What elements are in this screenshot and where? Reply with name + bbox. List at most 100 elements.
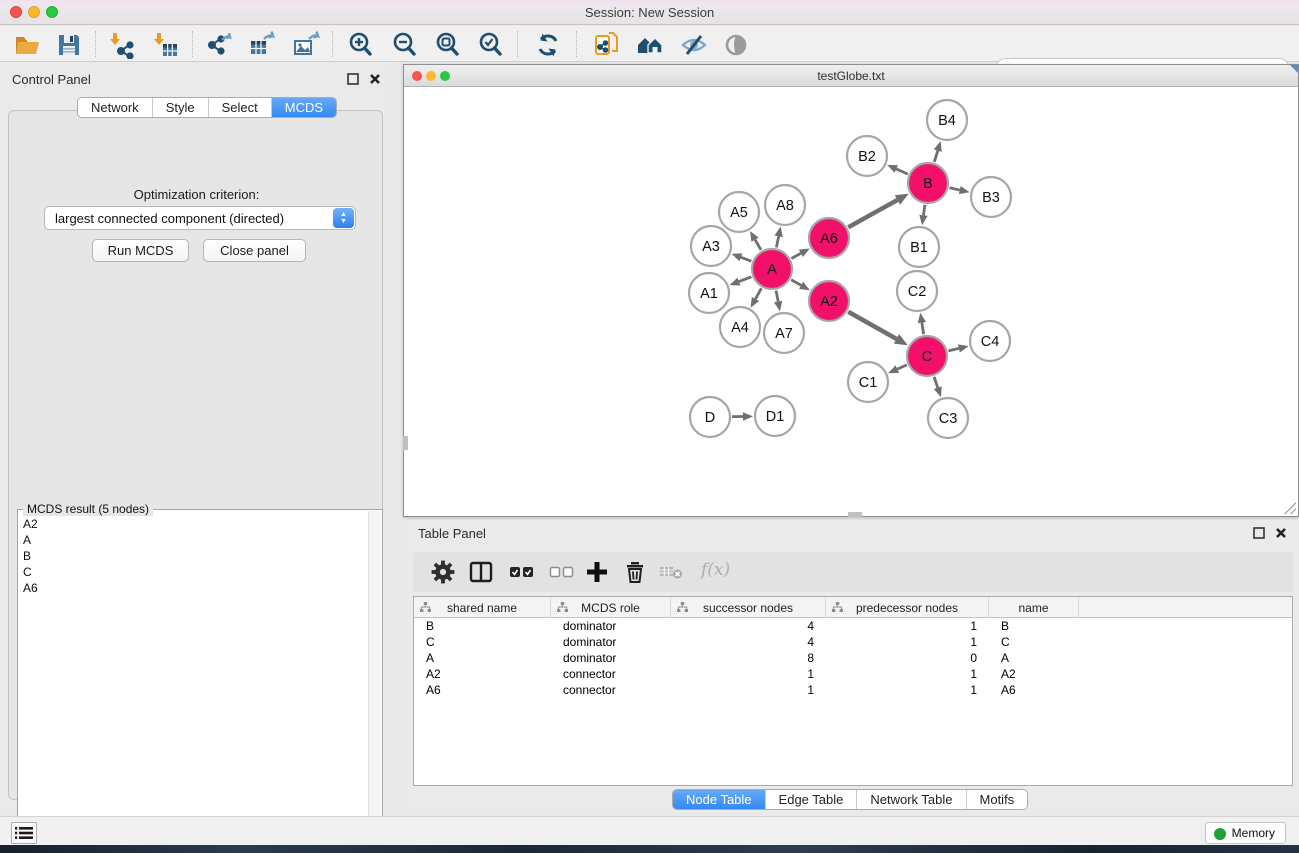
splitter-handle-bottom[interactable]	[848, 512, 862, 517]
result-scrollbar[interactable]	[368, 511, 381, 845]
export-network-icon[interactable]	[205, 31, 233, 59]
graph-edge-A6-B[interactable]	[848, 200, 897, 227]
float-table-panel-icon[interactable]	[1253, 526, 1267, 540]
close-panel-icon[interactable]	[369, 72, 383, 86]
graph-edge-A-A7[interactable]	[776, 291, 778, 302]
tab-mcds[interactable]: MCDS	[271, 98, 336, 117]
table-cell: 0	[826, 651, 989, 667]
column-header-predecessor-nodes[interactable]: predecessor nodes	[826, 597, 989, 618]
zoom-selected-icon[interactable]	[477, 31, 505, 59]
graph-edge-B-B2[interactable]	[896, 169, 908, 174]
toolbar-separator	[576, 31, 577, 57]
table-cell: A6	[414, 683, 551, 699]
table-panel-tabbar: Node TableEdge TableNetwork TableMotifs	[672, 789, 1028, 810]
graph-edge-C-C4[interactable]	[948, 348, 958, 350]
graph-edge-A-A4[interactable]	[755, 288, 761, 299]
zoom-out-icon[interactable]	[391, 31, 419, 59]
table-cell: C	[414, 635, 551, 651]
delete-table-icon[interactable]	[659, 560, 685, 584]
zoom-fit-icon[interactable]	[434, 31, 462, 59]
table-row[interactable]: Bdominator41B	[414, 619, 1292, 635]
table-row[interactable]: Cdominator41C	[414, 635, 1292, 651]
delete-column-icon[interactable]	[623, 560, 649, 584]
column-header-MCDS-role[interactable]: MCDS role	[551, 597, 671, 618]
session-home-icon[interactable]	[636, 31, 664, 59]
column-type-icon	[420, 602, 431, 613]
open-file-icon[interactable]	[13, 31, 41, 59]
edge-arrowhead-icon	[775, 227, 783, 238]
toolbar-separator	[95, 31, 96, 57]
tab-network-table[interactable]: Network Table	[856, 790, 965, 809]
import-network-icon[interactable]	[107, 31, 135, 59]
resize-grip-icon[interactable]	[1284, 502, 1296, 514]
graph-node-label: C3	[939, 411, 958, 427]
result-list-item[interactable]: C	[20, 564, 368, 580]
splitter-handle-left[interactable]	[403, 436, 408, 450]
clone-network-icon[interactable]	[592, 31, 620, 59]
result-list-item[interactable]: B	[20, 548, 368, 564]
import-table-icon[interactable]	[151, 31, 179, 59]
save-session-icon[interactable]	[55, 31, 83, 59]
task-history-button[interactable]	[11, 822, 37, 844]
tab-network[interactable]: Network	[78, 98, 152, 117]
edge-arrowhead-icon	[934, 141, 942, 152]
table-row[interactable]: Adominator80A	[414, 651, 1292, 667]
refresh-icon[interactable]	[534, 31, 562, 59]
result-list-item[interactable]: A6	[20, 580, 368, 596]
hide-panel-icon[interactable]	[680, 31, 708, 59]
mcds-result-list[interactable]: A2ABCA6	[20, 516, 368, 596]
zoom-in-icon[interactable]	[347, 31, 375, 59]
graph-edge-C-C3[interactable]	[934, 377, 938, 388]
export-image-icon[interactable]	[292, 31, 320, 59]
tab-node-table[interactable]: Node Table	[673, 790, 765, 809]
select-all-icon[interactable]	[509, 560, 535, 584]
function-builder-icon[interactable]: f(x)	[701, 560, 730, 580]
column-header-shared-name[interactable]: shared name	[414, 597, 551, 618]
table-header-row[interactable]: shared nameMCDS rolesuccessor nodesprede…	[414, 597, 1292, 618]
table-cell: connector	[551, 683, 671, 699]
gear-icon[interactable]	[431, 560, 457, 584]
control-panel-title: Control Panel	[12, 72, 91, 87]
graph-edge-B-B1[interactable]	[923, 205, 924, 216]
graph-edge-A-A1[interactable]	[739, 277, 752, 282]
tab-select[interactable]: Select	[208, 98, 271, 117]
graph-edge-B-B3[interactable]	[949, 188, 959, 190]
memory-label: Memory	[1232, 826, 1275, 840]
optimization-criterion-select[interactable]: largest connected component (directed) ▲…	[44, 206, 356, 230]
float-panel-icon[interactable]	[347, 72, 361, 86]
split-view-icon[interactable]	[469, 560, 495, 584]
deselect-all-icon[interactable]	[549, 560, 575, 584]
graph-edge-B-B4[interactable]	[934, 151, 937, 162]
graph-node-label: B4	[938, 113, 956, 129]
table-cell: 4	[671, 619, 826, 635]
export-table-icon[interactable]	[248, 31, 276, 59]
add-column-icon[interactable]	[585, 560, 611, 584]
network-graph-canvas[interactable]: B4B2BB3A8A5A6A3B1AC2A1A2A4A7C4CC1D1DC3	[404, 87, 1298, 516]
graph-edge-C-C2[interactable]	[922, 323, 924, 335]
graph-edge-A-A5[interactable]	[755, 240, 761, 250]
network-window-titlebar[interactable]: testGlobe.txt	[404, 65, 1298, 87]
control-panel-tabbar: NetworkStyleSelectMCDS	[77, 97, 337, 118]
graph-edge-C-C1[interactable]	[897, 365, 907, 369]
graph-edge-A2-C[interactable]	[848, 312, 896, 339]
show-graphics-icon[interactable]	[722, 31, 750, 59]
graph-edge-A-A2[interactable]	[791, 280, 801, 286]
graph-edge-A-A6[interactable]	[791, 253, 801, 258]
close-panel-button[interactable]: Close panel	[203, 239, 306, 262]
result-list-item[interactable]: A2	[20, 516, 368, 532]
graph-node-label: D1	[766, 409, 785, 425]
result-list-item[interactable]: A	[20, 532, 368, 548]
table-row[interactable]: A2connector11A2	[414, 667, 1292, 683]
table-cell: 4	[671, 635, 826, 651]
run-mcds-button[interactable]: Run MCDS	[92, 239, 189, 262]
graph-edge-A-A8[interactable]	[776, 236, 778, 247]
tab-edge-table[interactable]: Edge Table	[765, 790, 857, 809]
table-row[interactable]: A6connector11A6	[414, 683, 1292, 699]
memory-button[interactable]: Memory	[1205, 822, 1286, 844]
column-header-successor-nodes[interactable]: successor nodes	[671, 597, 826, 618]
graph-edge-A-A3[interactable]	[741, 257, 751, 261]
column-header-name[interactable]: name	[989, 597, 1079, 618]
close-table-panel-icon[interactable]	[1275, 526, 1289, 540]
tab-motifs[interactable]: Motifs	[966, 790, 1028, 809]
tab-style[interactable]: Style	[152, 98, 208, 117]
